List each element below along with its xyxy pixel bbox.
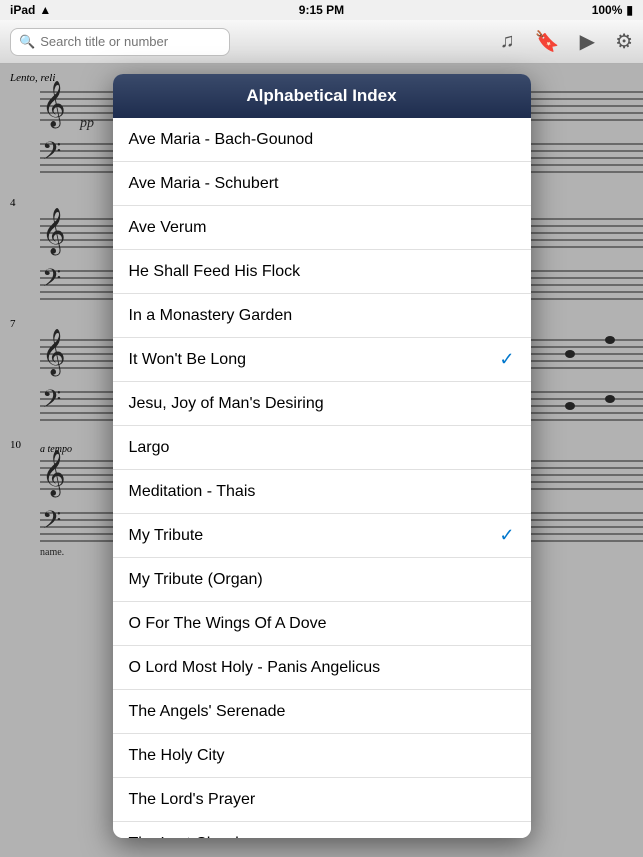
search-input[interactable] (40, 34, 221, 49)
list-item-label: Largo (129, 439, 170, 457)
list-item-label: Ave Maria - Bach-Gounod (129, 131, 314, 149)
toolbar-icons: ♫ 🔖 ▶ ⚙ (500, 29, 633, 54)
list-item[interactable]: O Lord Most Holy - Panis Angelicus (113, 646, 531, 690)
list-item-label: The Lost Chord (129, 835, 239, 839)
list-item-label: O For The Wings Of A Dove (129, 615, 327, 633)
list-item[interactable]: Jesu, Joy of Man's Desiring (113, 382, 531, 426)
modal-list[interactable]: Ave Maria - Bach-Gounod Ave Maria - Schub… (113, 118, 531, 838)
list-item-label: O Lord Most Holy - Panis Angelicus (129, 659, 381, 677)
list-item[interactable]: He Shall Feed His Flock (113, 250, 531, 294)
checkmark-icon: ✓ (499, 525, 514, 546)
alphabetical-index-modal: Alphabetical Index Ave Maria - Bach-Goun… (113, 74, 531, 838)
list-item[interactable]: My Tribute (Organ) (113, 558, 531, 602)
list-item[interactable]: The Lord's Prayer (113, 778, 531, 822)
list-item-label: Ave Maria - Schubert (129, 175, 279, 193)
play-icon[interactable]: ▶ (580, 29, 595, 54)
bookmark-icon[interactable]: 🔖 (535, 29, 560, 54)
list-item-label: It Won't Be Long (129, 351, 247, 369)
search-bar[interactable]: 🔍 (10, 28, 230, 56)
list-item-label: In a Monastery Garden (129, 307, 293, 325)
list-item[interactable]: The Lost Chord (113, 822, 531, 838)
list-item[interactable]: Ave Verum (113, 206, 531, 250)
status-time: 9:15 PM (299, 3, 344, 17)
list-item[interactable]: In a Monastery Garden (113, 294, 531, 338)
modal-title: Alphabetical Index (246, 86, 396, 106)
list-item[interactable]: Meditation - Thais (113, 470, 531, 514)
list-item-label: The Lord's Prayer (129, 791, 256, 809)
status-left: iPad ▲ (10, 3, 51, 17)
list-item-label: Meditation - Thais (129, 483, 256, 501)
music-note-icon[interactable]: ♫ (500, 30, 515, 53)
wifi-icon: ▲ (39, 3, 51, 17)
list-item-label: He Shall Feed His Flock (129, 263, 301, 281)
list-item[interactable]: The Holy City (113, 734, 531, 778)
list-item-label: My Tribute (Organ) (129, 571, 263, 589)
toolbar: 🔍 ♫ 🔖 ▶ ⚙ (0, 20, 643, 64)
list-item-label: The Holy City (129, 747, 225, 765)
list-item[interactable]: Largo (113, 426, 531, 470)
list-item[interactable]: My Tribute ✓ (113, 514, 531, 558)
list-item[interactable]: O For The Wings Of A Dove (113, 602, 531, 646)
gear-icon[interactable]: ⚙ (615, 29, 633, 54)
checkmark-icon: ✓ (499, 349, 514, 370)
battery-icon: ▮ (626, 3, 633, 17)
list-item[interactable]: The Angels' Serenade (113, 690, 531, 734)
status-bar: iPad ▲ 9:15 PM 100% ▮ (0, 0, 643, 20)
search-icon: 🔍 (19, 34, 35, 50)
modal-header: Alphabetical Index (113, 74, 531, 118)
list-item[interactable]: It Won't Be Long ✓ (113, 338, 531, 382)
list-item-label: The Angels' Serenade (129, 703, 286, 721)
list-item-label: Ave Verum (129, 219, 207, 237)
ipad-label: iPad (10, 3, 35, 17)
modal-overlay: Alphabetical Index Ave Maria - Bach-Goun… (0, 64, 643, 857)
list-item-label: Jesu, Joy of Man's Desiring (129, 395, 324, 413)
list-item[interactable]: Ave Maria - Schubert (113, 162, 531, 206)
list-item[interactable]: Ave Maria - Bach-Gounod (113, 118, 531, 162)
battery-label: 100% (592, 3, 623, 17)
list-item-label: My Tribute (129, 527, 204, 545)
status-right: 100% ▮ (592, 3, 633, 17)
